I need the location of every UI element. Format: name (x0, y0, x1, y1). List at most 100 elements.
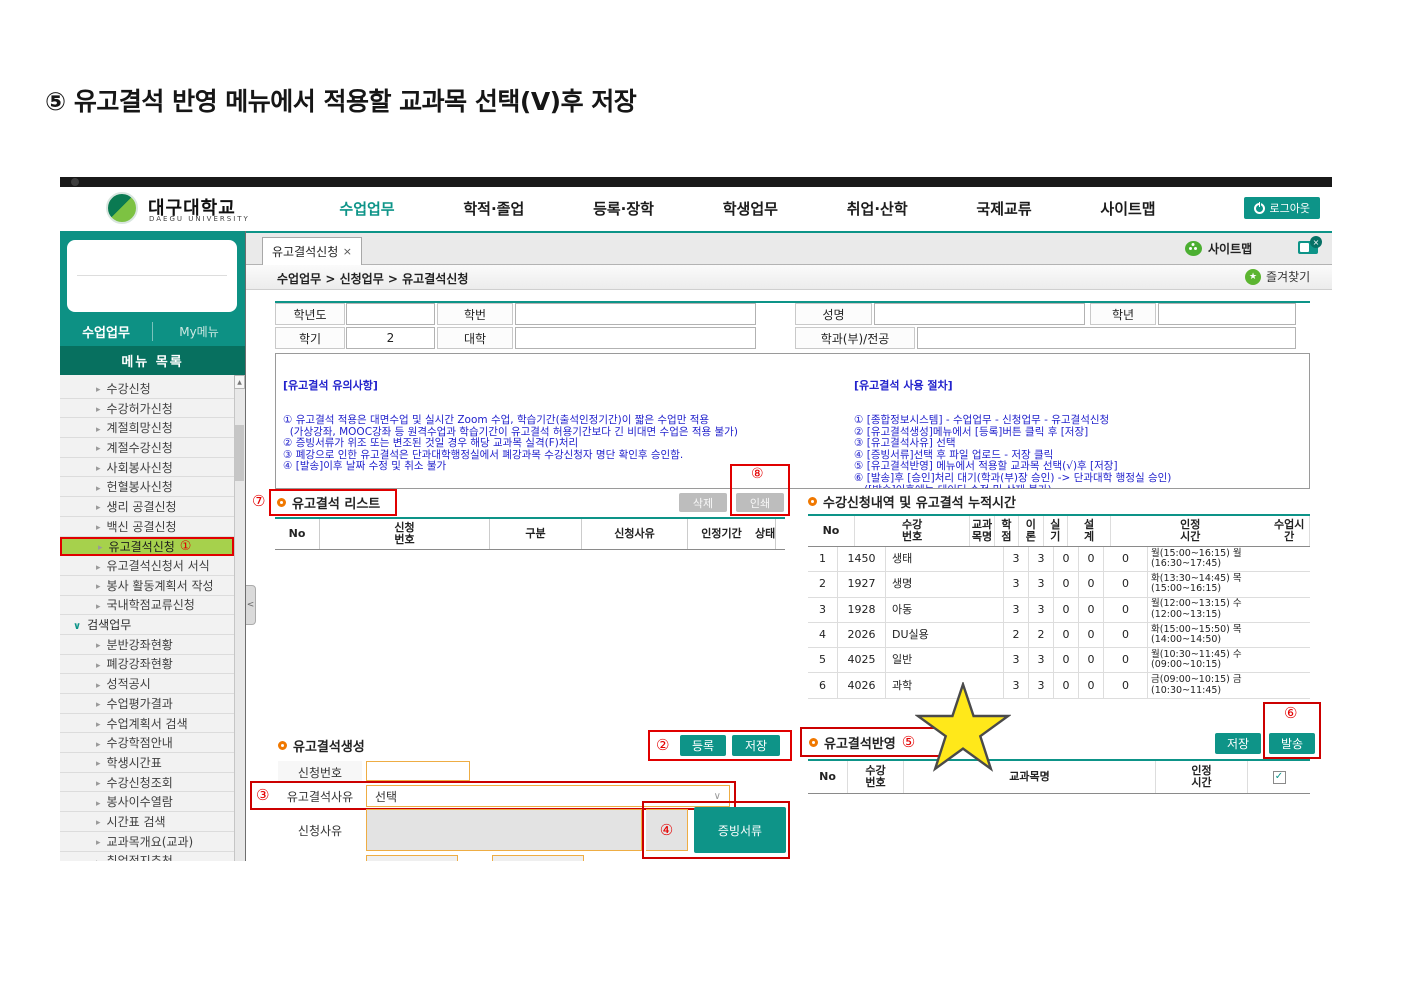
nav-item[interactable]: 사이트맵 (1100, 198, 1155, 219)
cell-design: 0 (1079, 673, 1104, 698)
menu-item[interactable]: 수강허가신청 (60, 398, 234, 419)
register-button[interactable]: 등록 (680, 735, 726, 756)
column-header: 인정 시간 (1156, 761, 1248, 793)
window-icon[interactable] (1298, 236, 1322, 254)
nav-item[interactable]: 학적·졸업 (463, 198, 524, 219)
bullet-arrow-icon (96, 401, 107, 415)
field-label-name: 성명 (795, 303, 872, 325)
logout-button[interactable]: 로그아웃 (1243, 197, 1320, 219)
cell-recognized: 0 (1104, 547, 1148, 572)
menu-item[interactable]: 수강신청조회 (60, 772, 234, 793)
notice-line: ③ [유고결석사유] 선택 (854, 437, 956, 450)
notice-cautions-title: [유고결석 유의사항] (283, 379, 378, 393)
bullet-arrow-icon (96, 657, 107, 671)
menu-item[interactable]: 유고결석신청서 서식 (60, 556, 234, 576)
cell-design: 0 (1079, 597, 1104, 622)
menu-item[interactable]: 시간표 검색 (60, 812, 234, 832)
menu-item[interactable]: 사회봉사신청 (60, 457, 234, 478)
evidence-button[interactable]: 증빙서류 (694, 807, 786, 853)
table-row[interactable]: 2 1927 생명 3 3 0 0 0 화(13:30~14:45) 목(15:… (808, 572, 1310, 598)
bullet-arrow-icon (96, 696, 107, 710)
grade-input[interactable] (1158, 303, 1296, 325)
table-row[interactable]: 6 4026 과학 3 3 0 0 0 금(09:00~10:15) 금(10:… (808, 673, 1310, 699)
collapse-handle[interactable]: < (246, 585, 256, 625)
menu-item[interactable]: 백신 공결신청 (60, 516, 234, 537)
nav-item[interactable]: 등록·장학 (593, 198, 654, 219)
menu-item[interactable]: 학생시간표 (60, 753, 234, 773)
apply-header-row: No 수강 번호 교과목명 인정 시간 ✓ (808, 761, 1310, 794)
menu-item-label: 분반강좌현황 (106, 637, 173, 652)
field-label-grade: 학년 (1090, 303, 1156, 325)
sidebar-tab-main[interactable]: 수업업무 (60, 322, 153, 341)
menu-item-label: 계절희망신청 (106, 421, 173, 436)
table-row[interactable]: 3 1928 아동 3 3 0 0 0 월(12:00~13:15) 수(12:… (808, 597, 1310, 623)
menu-item[interactable]: 수업계획서 검색 (60, 713, 234, 734)
favorites-link[interactable]: ★ 즐겨찾기 (1245, 268, 1310, 285)
column-header: 신청 번호 (320, 519, 490, 549)
delete-button[interactable]: 삭제 (679, 493, 727, 512)
apply-save-button[interactable]: 저장 (1215, 733, 1261, 754)
cell-recognized: 0 (1104, 622, 1148, 648)
menu-item-label: 교과목개요(교과) (106, 834, 194, 849)
annotation-4: ④ (659, 820, 674, 839)
create-save-button[interactable]: 저장 (732, 735, 780, 756)
select-all-checkbox[interactable]: ✓ (1272, 770, 1286, 784)
cell-credit: 3 (1004, 547, 1029, 572)
menu-item[interactable]: 수업평가결과 (60, 694, 234, 714)
scroll-up-icon[interactable]: ▲ (234, 375, 245, 389)
scroll-thumb[interactable] (235, 425, 244, 481)
sidebar-tab-my[interactable]: My메뉴 (153, 323, 245, 340)
menu-item[interactable]: 유고결석신청 ① (60, 536, 234, 557)
apply-no-label: 신청번호 (278, 761, 362, 783)
menu-item[interactable]: 분반강좌현황 (60, 634, 234, 655)
send-button[interactable]: 발송 (1269, 733, 1315, 754)
studentid-input[interactable] (515, 303, 756, 325)
menu-item-label: 계절수강신청 (106, 440, 173, 455)
table-row[interactable]: 4 2026 DU실용 2 2 0 0 0 화(15:00~15:50) 목(1… (808, 622, 1310, 649)
major-input[interactable] (917, 327, 1296, 349)
table-row[interactable]: 5 4025 일반 3 3 0 0 0 월(10:30~11:45) 수(09:… (808, 648, 1310, 674)
menu-item[interactable]: 수강학점안내 (60, 733, 234, 754)
nav-item[interactable]: 국제교류 (976, 198, 1031, 219)
bullet-arrow-icon (96, 421, 107, 435)
period-date-start[interactable]: ▦ (366, 855, 458, 861)
college-input[interactable] (515, 327, 756, 349)
table-row[interactable]: 1 1450 생태 3 3 0 0 0 월(15:00~16:15) 월(16:… (808, 547, 1310, 573)
cell-no: 5 (808, 648, 838, 673)
nav-item[interactable]: 취업·산학 (847, 198, 908, 219)
menu-item[interactable]: 검색업무 (60, 615, 234, 635)
menu-item[interactable]: 생리 공결신청 (60, 497, 234, 517)
nav-item[interactable]: 학생업무 (723, 198, 778, 219)
semester-input[interactable] (346, 327, 435, 349)
menu-item[interactable]: 봉사이수열람 (60, 792, 234, 813)
menu-item[interactable]: 성적공시 (60, 674, 234, 694)
menu-item[interactable]: 계절희망신청 (60, 418, 234, 439)
cell-practice: 0 (1054, 648, 1079, 673)
name-input[interactable] (874, 303, 1085, 325)
menu-item[interactable]: 수강신청 (60, 379, 234, 399)
tab-yugo[interactable]: 유고결석신청 × (262, 237, 362, 265)
tab-close-icon[interactable]: × (343, 245, 352, 258)
menu-item-label: 수강신청 (106, 381, 151, 396)
menu-item[interactable]: 교과목개요(교과) (60, 831, 234, 852)
menu-item[interactable]: 헌혈봉사신청 (60, 477, 234, 498)
column-header: 실 기 (1044, 516, 1069, 546)
menu-item[interactable]: 폐강강좌현황 (60, 654, 234, 675)
menu-item[interactable]: 계절수강신청 (60, 438, 234, 458)
cell-code: 1927 (838, 572, 886, 597)
menu-item[interactable]: 국내학점교류신청 (60, 595, 234, 616)
period-date-end[interactable]: ▦ (492, 855, 584, 861)
nav-item[interactable]: 수업업무 (339, 198, 394, 219)
menu-item[interactable]: 봉사 활동계획서 작성 (60, 575, 234, 596)
apply-no-input[interactable] (366, 761, 470, 781)
year-input[interactable] (346, 303, 435, 325)
sitemap-link[interactable]: 사이트맵 (1185, 240, 1252, 257)
print-button[interactable]: 인쇄 (736, 493, 784, 512)
page: { "caption": "⑤ 유고결석 반영 메뉴에서 적용할 교과목 선택(… (0, 0, 1403, 992)
detail-reason-textarea[interactable] (366, 809, 642, 851)
menu-item[interactable]: 취업정지추천 (60, 851, 234, 861)
annotation-5: ⑤ (901, 732, 916, 751)
cell-code: 4025 (838, 648, 886, 673)
menu-item-label: 취업정지추천 (107, 852, 173, 861)
absence-list-title-box: 유고결석 리스트 (269, 489, 397, 516)
